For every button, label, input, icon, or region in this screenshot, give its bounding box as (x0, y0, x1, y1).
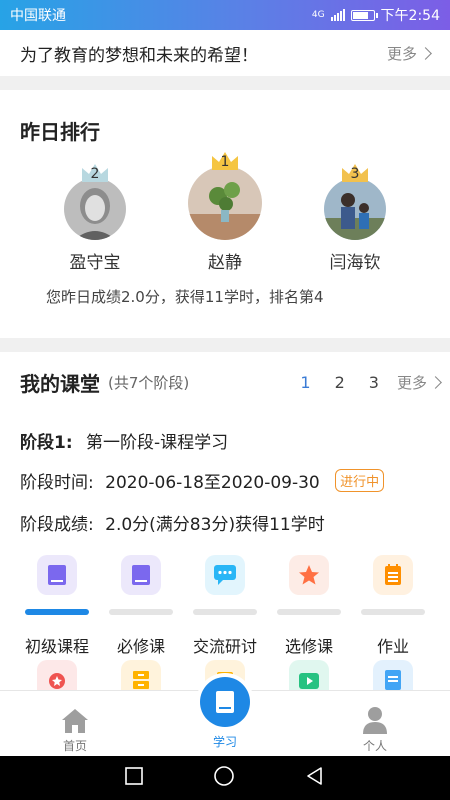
back-icon[interactable] (305, 766, 325, 790)
notepad-icon (373, 555, 413, 595)
nav-label: 首页 (62, 739, 87, 753)
tile-elective[interactable]: 选修课 (267, 555, 351, 657)
crown-icon: 2 (80, 162, 110, 184)
status-bar: 中国联通 4G 下午2:54 (0, 0, 450, 30)
stage-score-row: 阶段成绩: 2.0分(满分83分)获得11学时 (20, 510, 325, 535)
bottom-nav: 首页 学习 个人 (0, 677, 450, 756)
home-icon (0, 699, 150, 735)
ranking-summary: 您昨日成绩2.0分，获得11学时，排名第4 (46, 288, 324, 306)
tile-indicator (109, 609, 173, 615)
clock: 下午2:54 (380, 8, 440, 24)
stage-score-value: 2.0分(满分83分)获得11学时 (105, 515, 325, 535)
nav-profile[interactable]: 个人 (300, 691, 450, 756)
tile-discussion[interactable]: 交流研讨 (183, 555, 267, 657)
home-button-icon[interactable] (213, 765, 235, 791)
person-name: 盈守宝 (69, 253, 121, 273)
recent-apps-icon[interactable] (125, 767, 143, 789)
tile-indicator (277, 609, 341, 615)
avatar (324, 178, 386, 240)
battery-icon (350, 9, 378, 21)
announcement-text: 为了教育的梦想和未来的希望！ (20, 45, 258, 66)
tile-indicator (25, 609, 89, 615)
book-icon (121, 555, 161, 595)
tile-label: 作业 (376, 637, 409, 656)
crown-icon: 1 (210, 150, 240, 172)
nav-home[interactable]: 首页 (0, 691, 150, 756)
tile-label: 初级课程 (24, 637, 89, 656)
classroom-subtitle: (共7个阶段) (108, 374, 190, 392)
tile-homework[interactable]: 作业 (351, 555, 435, 657)
chat-icon (205, 555, 245, 595)
stage-name: 第一阶段-课程学习 (86, 433, 229, 453)
more-label: 更多 (396, 374, 427, 392)
tile-required-course[interactable]: 必修课 (99, 555, 183, 657)
ranking-person-1[interactable]: 1 赵静 (165, 150, 285, 273)
star-icon (289, 555, 329, 595)
stage-time-value: 2020-06-18至2020-09-30 (105, 473, 320, 493)
stage-pager: 1 2 3 (300, 373, 379, 392)
nav-study[interactable]: 学习 (150, 677, 300, 756)
rank-number: 1 (220, 154, 230, 170)
pager-page-3[interactable]: 3 (369, 373, 379, 392)
stage-row: 阶段1: 第一阶段-课程学习 (20, 428, 228, 453)
announcement-row[interactable]: 为了教育的梦想和未来的希望！ 更多 (0, 30, 450, 76)
stage-score-label: 阶段成绩: (20, 515, 94, 535)
course-category-tiles: 初级课程 必修课 交流研讨 选修课 作业 (15, 555, 435, 657)
tile-indicator (193, 609, 257, 615)
stage-time-label: 阶段时间: (20, 473, 94, 493)
crown-icon: 3 (340, 162, 370, 184)
tile-basic-course[interactable]: 初级课程 (15, 555, 99, 657)
avatar (188, 166, 262, 240)
pager-page-1[interactable]: 1 (300, 373, 310, 392)
ranking-podium: 2 盈守宝 1 赵静 3 闫海钦 (0, 150, 450, 280)
pager-page-2[interactable]: 2 (335, 373, 345, 392)
stage-label: 阶段1: (20, 433, 73, 453)
tile-indicator (361, 609, 425, 615)
status-badge: 进行中 (335, 469, 385, 492)
rank-number: 3 (350, 166, 360, 182)
tile-label: 交流研讨 (192, 637, 257, 656)
stage-time-row: 阶段时间: 2020-06-18至2020-09-30 进行中 (20, 468, 385, 493)
divider (0, 76, 450, 90)
ranking-title: 昨日排行 (20, 120, 100, 144)
chevron-right-icon (419, 46, 432, 60)
ranking-person-3[interactable]: 3 闫海钦 (295, 162, 415, 273)
ranking-person-2[interactable]: 2 盈守宝 (35, 162, 155, 273)
carrier-label: 中国联通 (10, 8, 66, 24)
announcement-more-link[interactable]: 更多 (386, 43, 432, 64)
tile-label: 选修课 (284, 637, 333, 656)
classroom-header: 我的课堂 (共7个阶段) 1 2 3 更多 (20, 368, 442, 397)
rank-number: 2 (90, 166, 100, 182)
more-label: 更多 (386, 44, 417, 63)
divider (0, 338, 450, 352)
signal-icon (330, 9, 345, 21)
avatar (64, 178, 126, 240)
classroom-title: 我的课堂 (20, 372, 100, 396)
nav-label: 个人 (362, 739, 387, 753)
classroom-more-link[interactable]: 更多 (396, 372, 442, 393)
network-type: 4G (311, 10, 325, 20)
tile-label: 必修课 (116, 637, 165, 656)
nav-label: 学习 (212, 735, 237, 749)
chevron-right-icon (429, 376, 442, 389)
system-navigation-bar (0, 756, 450, 800)
book-icon (37, 555, 77, 595)
book-icon (200, 677, 250, 727)
person-name: 赵静 (208, 253, 242, 273)
person-icon (300, 699, 450, 735)
person-name: 闫海钦 (329, 253, 381, 273)
